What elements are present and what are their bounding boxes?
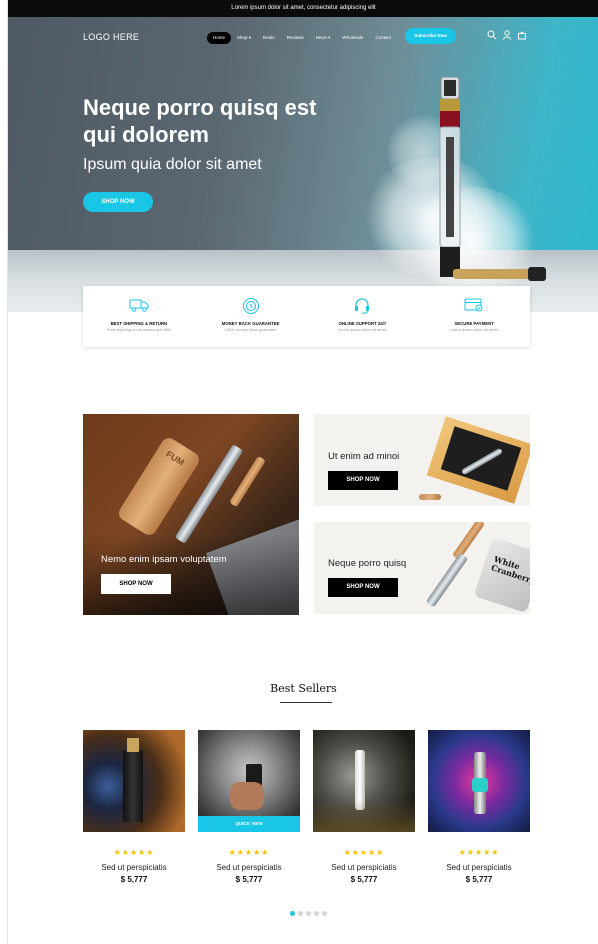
hero-banner: LOGO HERE Home Shop ▾ Deals Reviews News… [8, 17, 598, 312]
carousel-dot[interactable] [298, 911, 303, 916]
hero-subtitle: Ipsum quia dolor sit amet [83, 156, 262, 173]
promo-small-1-shop-now-button[interactable]: SHOP NOW [328, 471, 398, 490]
feature-desc: Lorem ipsum dolor sit amet. [337, 327, 388, 332]
svg-text:$: $ [249, 304, 252, 310]
vape-pen-illustration [425, 552, 469, 608]
product-image[interactable] [428, 730, 530, 832]
feature-secure-payment: SECURE PAYMENT Lorem ipsum dolor sit ame… [418, 286, 530, 347]
truck-icon [129, 299, 149, 312]
subscribe-button[interactable]: Subscribe Now [405, 28, 456, 44]
rating-stars: ★★★★★ [228, 848, 270, 857]
promo-small-1-text: Ut enim ad minoi [328, 451, 400, 462]
main-nav: LOGO HERE Home Shop ▾ Deals Reviews News… [8, 27, 598, 51]
product-price: $ 5,777 [120, 875, 148, 884]
product-device-shape [123, 750, 143, 822]
features-bar: BEST SHIPPING & RETURN Free shipping on … [83, 286, 530, 347]
hero-vape-illustration [439, 77, 546, 281]
feature-desc: Lorem ipsum dolor sit amet. [449, 327, 499, 332]
page: Lorem ipsum dolor sit amet, consectetur … [7, 0, 598, 944]
product-foliage-shape [313, 800, 415, 832]
wood-piece-illustration [419, 494, 441, 500]
quick-view-button[interactable]: QUICK VIEW [198, 816, 300, 832]
nav-item-news[interactable]: News ▾ [310, 32, 337, 44]
nav-item-home[interactable]: Home [207, 32, 232, 44]
rating-stars: ★★★★★ [113, 848, 155, 857]
product-image[interactable]: QUICK VIEW [198, 730, 300, 832]
nav-item-deals[interactable]: Deals [257, 32, 281, 44]
nav-item-contact[interactable]: Contact [369, 32, 397, 44]
product-name[interactable]: Sed ut perspiciatis [198, 863, 300, 872]
flavor-pack-illustration: White Cranberry [473, 537, 530, 613]
product-name[interactable]: Sed ut perspiciatis [83, 863, 185, 872]
promo-small-2-shop-now-button[interactable]: SHOP NOW [328, 578, 398, 597]
feature-title: SECURE PAYMENT [454, 321, 494, 326]
cart-icon[interactable] [517, 30, 527, 40]
feature-money-back: $ MONEY BACK GUARANTEE 100% money back g… [195, 286, 307, 347]
feature-title: MONEY BACK GUARANTEE [221, 321, 280, 326]
carousel-dot[interactable] [314, 911, 319, 916]
user-icon[interactable] [502, 30, 512, 40]
product-image[interactable] [83, 730, 185, 832]
product-device-top [127, 738, 139, 752]
promo-banner-large[interactable]: FUM Nemo enim ipsam voluptatem SHOP NOW [83, 414, 299, 615]
product-hand-shape [230, 782, 264, 810]
feature-support: ONLINE SUPPORT 24/7 Lorem ipsum dolor si… [307, 286, 419, 347]
product-price: $ 5,777 [350, 875, 378, 884]
nav-menu: Home Shop ▾ Deals Reviews News ▾ Wholesa… [207, 32, 397, 44]
carousel-dot[interactable] [322, 911, 327, 916]
product-device-tank [472, 778, 488, 792]
feature-shipping: BEST SHIPPING & RETURN Free shipping on … [83, 286, 195, 347]
feature-desc: 100% money back guarantee [224, 327, 277, 332]
section-divider [280, 702, 332, 703]
nav-item-wholesale[interactable]: Wholesale [336, 32, 369, 44]
promo-large-text: Nemo enim ipsam voluptatem [101, 554, 227, 565]
headset-icon [355, 298, 370, 314]
feature-desc: Free shipping on all orders over $99 [106, 327, 171, 332]
announcement-bar: Lorem ipsum dolor sit amet, consectetur … [8, 0, 598, 17]
carousel-dot[interactable] [290, 911, 295, 916]
flavor-pack-text: White Cranberry [490, 553, 530, 586]
best-sellers-title: Best Sellers [270, 682, 337, 695]
feature-title: BEST SHIPPING & RETURN [110, 321, 168, 326]
hero-title: Neque porro quisq est qui dolorem [83, 95, 317, 147]
product-price: $ 5,777 [465, 875, 493, 884]
promo-banner-small-1[interactable]: Ut enim ad minoi SHOP NOW [314, 414, 530, 506]
promo-large-shop-now-button[interactable]: SHOP NOW [101, 574, 171, 594]
announcement-text: Lorem ipsum dolor sit amet, consectetur … [231, 5, 376, 11]
hero-shop-now-button[interactable]: SHOP NOW [83, 192, 153, 212]
nav-item-shop[interactable]: Shop ▾ [231, 32, 257, 44]
money-back-icon: $ [242, 298, 259, 314]
search-icon[interactable] [487, 30, 497, 40]
secure-payment-icon [464, 298, 483, 312]
feature-title: ONLINE SUPPORT 24/7 [338, 321, 387, 326]
product-name[interactable]: Sed ut perspiciatis [428, 863, 530, 872]
nav-item-reviews[interactable]: Reviews [281, 32, 310, 44]
product-price: $ 5,777 [235, 875, 263, 884]
promo-small-2-text: Neque porro quisq [328, 558, 407, 569]
carousel-pagination [290, 911, 327, 916]
wood-mouthpiece-illustration [451, 522, 486, 561]
product-name[interactable]: Sed ut perspiciatis [313, 863, 415, 872]
logo[interactable]: LOGO HERE [83, 32, 139, 42]
product-image[interactable] [313, 730, 415, 832]
wood-case-text: FUM [164, 448, 187, 468]
rating-stars: ★★★★★ [458, 848, 500, 857]
promo-banner-small-2[interactable]: White Cranberry Neque porro quisq SHOP N… [314, 522, 530, 614]
rating-stars: ★★★★★ [343, 848, 385, 857]
carousel-dot[interactable] [306, 911, 311, 916]
